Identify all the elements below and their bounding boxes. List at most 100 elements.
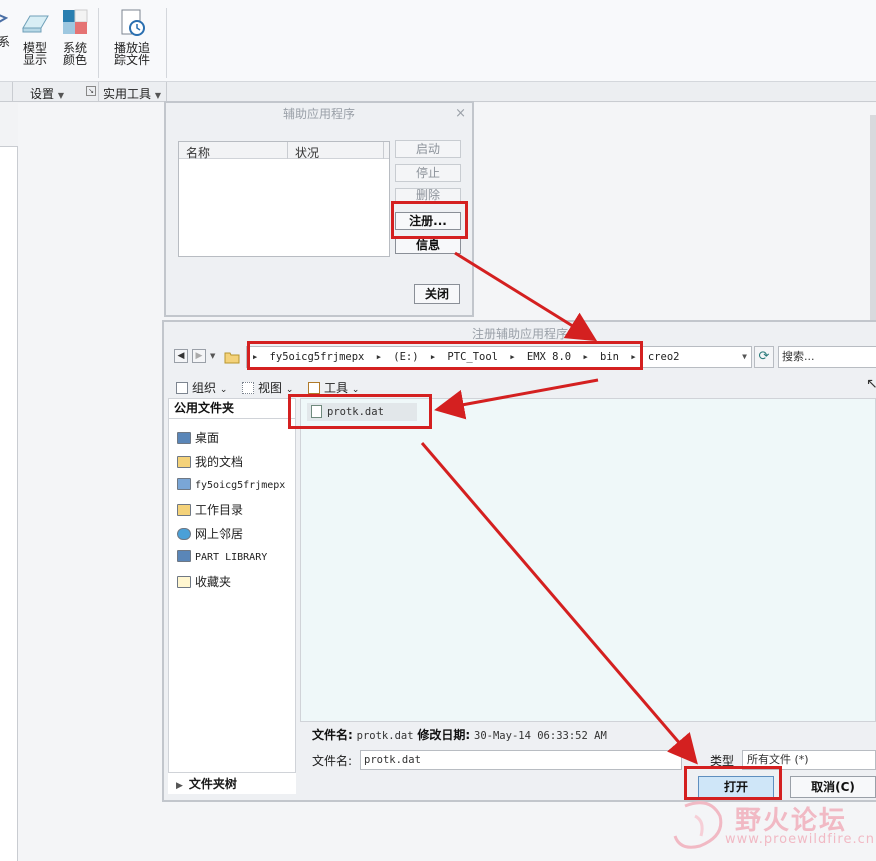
place-computer[interactable]: fy5oicg5frjmepx: [177, 478, 285, 491]
play-trail-button[interactable]: 播放追踪文件: [110, 8, 154, 66]
chevron-down-icon: ⌄: [285, 385, 294, 395]
mouse-cursor-icon: ↖: [866, 376, 876, 392]
favorites-icon: [177, 576, 191, 588]
play-trail-icon: [121, 9, 145, 36]
breadcrumb-item[interactable]: EMX 8.0: [527, 347, 571, 367]
partial-ribbon-button[interactable]: 关系: [0, 8, 10, 48]
left-navigator-panel: [0, 146, 18, 861]
group-utilities[interactable]: 实用工具 ▼: [103, 85, 161, 102]
cancel-button[interactable]: 取消(C): [790, 776, 876, 798]
ribbon-group-bar: 设置 ▼ ↘ 实用工具 ▼: [0, 82, 876, 102]
file-info-bar: 文件名: protk.dat 修改日期: 30-May-14 06:33:52 …: [300, 724, 876, 746]
column-name[interactable]: 名称: [186, 144, 210, 161]
view-icon: [242, 382, 254, 394]
breadcrumb-arrow-icon: ▶: [510, 353, 515, 361]
file-item[interactable]: protk.dat: [307, 403, 417, 421]
history-dropdown-icon[interactable]: ▼: [210, 352, 215, 360]
filename-label: 文件名:: [312, 754, 353, 768]
place-desktop[interactable]: 桌面: [177, 429, 219, 446]
breadcrumb-item[interactable]: (E:): [393, 347, 418, 367]
partial-icon: [0, 14, 8, 23]
info-modified-label: 修改日期:: [417, 728, 471, 742]
column-separator: [383, 142, 384, 159]
register-application-dialog: 注册辅助应用程序 ◀ ▶ ▼ ▶ fy5oicg5frjmepx ▶ (E:) …: [162, 320, 876, 802]
breadcrumb-arrow-icon: ▶: [583, 353, 588, 361]
start-button[interactable]: 启动: [395, 140, 461, 158]
folder-tree-toggle[interactable]: ▶ 文件夹树: [168, 772, 296, 794]
place-part-library[interactable]: PART LIBRARY: [177, 550, 267, 563]
place-my-documents[interactable]: 我的文档: [177, 453, 243, 470]
place-working-directory[interactable]: 工作目录: [177, 501, 243, 518]
play-trail-label: 播放追踪文件: [113, 41, 150, 67]
file-icon: [311, 405, 322, 418]
network-icon: [177, 528, 191, 540]
place-network[interactable]: 网上邻居: [177, 525, 243, 542]
tools-menu[interactable]: 工具 ⌄: [308, 379, 359, 396]
place-label: 桌面: [195, 431, 220, 445]
place-label: 工作目录: [195, 503, 244, 517]
dialog-title: 辅助应用程序: [282, 107, 355, 121]
info-filename-label: 文件名:: [312, 728, 353, 742]
filename-input[interactable]: protk.dat: [360, 750, 682, 770]
chevron-down-icon: ⌄: [351, 385, 360, 395]
dialog-launcher-icon[interactable]: ↘: [86, 86, 96, 96]
group-separator: [166, 82, 167, 102]
working-directory-icon: [177, 504, 191, 516]
place-label: 我的文档: [195, 455, 244, 469]
ribbon-separator: [98, 8, 99, 78]
back-arrow-icon[interactable]: ◀: [174, 349, 188, 363]
system-colors-label: 系统颜色: [62, 41, 87, 67]
forward-arrow-icon[interactable]: ▶: [192, 349, 206, 363]
organize-menu[interactable]: 组织 ⌄: [176, 379, 227, 396]
chevron-down-icon: ▼: [154, 91, 161, 100]
info-button[interactable]: 信息: [395, 236, 461, 254]
expand-arrow-icon: ▶: [176, 781, 183, 791]
common-folders-panel: 公用文件夹 桌面 我的文档 fy5oicg5frjmepx 工作目录 网上邻居 …: [168, 398, 296, 792]
organize-icon: [176, 382, 188, 394]
breadcrumb-arrow-icon: ▶: [253, 353, 258, 361]
view-label: 视图: [258, 381, 283, 395]
delete-button[interactable]: 删除: [395, 188, 461, 202]
info-modified-date: 30-May-14 06:33:52 AM: [474, 730, 607, 742]
navigation-bar: ◀ ▶ ▼ ▶ fy5oicg5frjmepx ▶ (E:) ▶ PTC_Too…: [164, 344, 876, 370]
info-filename: protk.dat: [356, 730, 414, 742]
group-separator: [12, 82, 13, 102]
folder-icon: [224, 352, 240, 364]
model-display-button[interactable]: 模型显示: [18, 8, 52, 66]
column-status[interactable]: 状况: [295, 144, 319, 161]
documents-icon: [177, 456, 191, 468]
watermark-logo-icon: [673, 801, 723, 849]
ribbon: 关系 模型显示 系统颜色 播放追踪文件: [0, 0, 876, 82]
breadcrumb-item[interactable]: PTC_Tool: [447, 347, 498, 367]
applications-list[interactable]: 名称 状况: [178, 141, 390, 257]
refresh-icon[interactable]: ⟳: [754, 346, 774, 368]
stop-button[interactable]: 停止: [395, 164, 461, 182]
close-icon[interactable]: ×: [455, 103, 466, 125]
file-type-select[interactable]: 所有文件 (*): [742, 750, 876, 770]
organize-label: 组织: [192, 381, 217, 395]
search-input[interactable]: 搜索...: [778, 346, 876, 368]
common-folders-header: 公用文件夹: [169, 399, 295, 419]
open-button[interactable]: 打开: [698, 776, 774, 798]
place-favorites[interactable]: 收藏夹: [177, 573, 231, 590]
file-name: protk.dat: [327, 406, 384, 418]
tools-icon: [308, 382, 320, 394]
system-colors-icon: [63, 9, 88, 34]
file-list-area[interactable]: protk.dat: [300, 398, 876, 722]
chevron-down-icon[interactable]: ▼: [742, 347, 747, 367]
breadcrumb-item[interactable]: bin: [600, 347, 619, 367]
view-menu[interactable]: 视图 ⌄: [242, 379, 293, 396]
chevron-down-icon: ⌄: [219, 385, 228, 395]
breadcrumb-item[interactable]: fy5oicg5frjmepx: [270, 347, 365, 367]
breadcrumb-arrow-icon: ▶: [376, 353, 381, 361]
path-breadcrumb[interactable]: ▶ fy5oicg5frjmepx ▶ (E:) ▶ PTC_Tool ▶ EM…: [246, 346, 752, 368]
group-separator: [98, 82, 99, 102]
register-button[interactable]: 注册...: [395, 212, 461, 230]
partial-label: 关系: [0, 35, 10, 48]
ribbon-separator: [166, 8, 167, 78]
system-colors-button[interactable]: 系统颜色: [58, 8, 92, 66]
close-button[interactable]: 关闭: [414, 284, 460, 304]
group-settings[interactable]: 设置 ▼: [30, 85, 64, 102]
breadcrumb-item[interactable]: creo2: [648, 347, 680, 367]
place-label: 网上邻居: [195, 527, 244, 541]
